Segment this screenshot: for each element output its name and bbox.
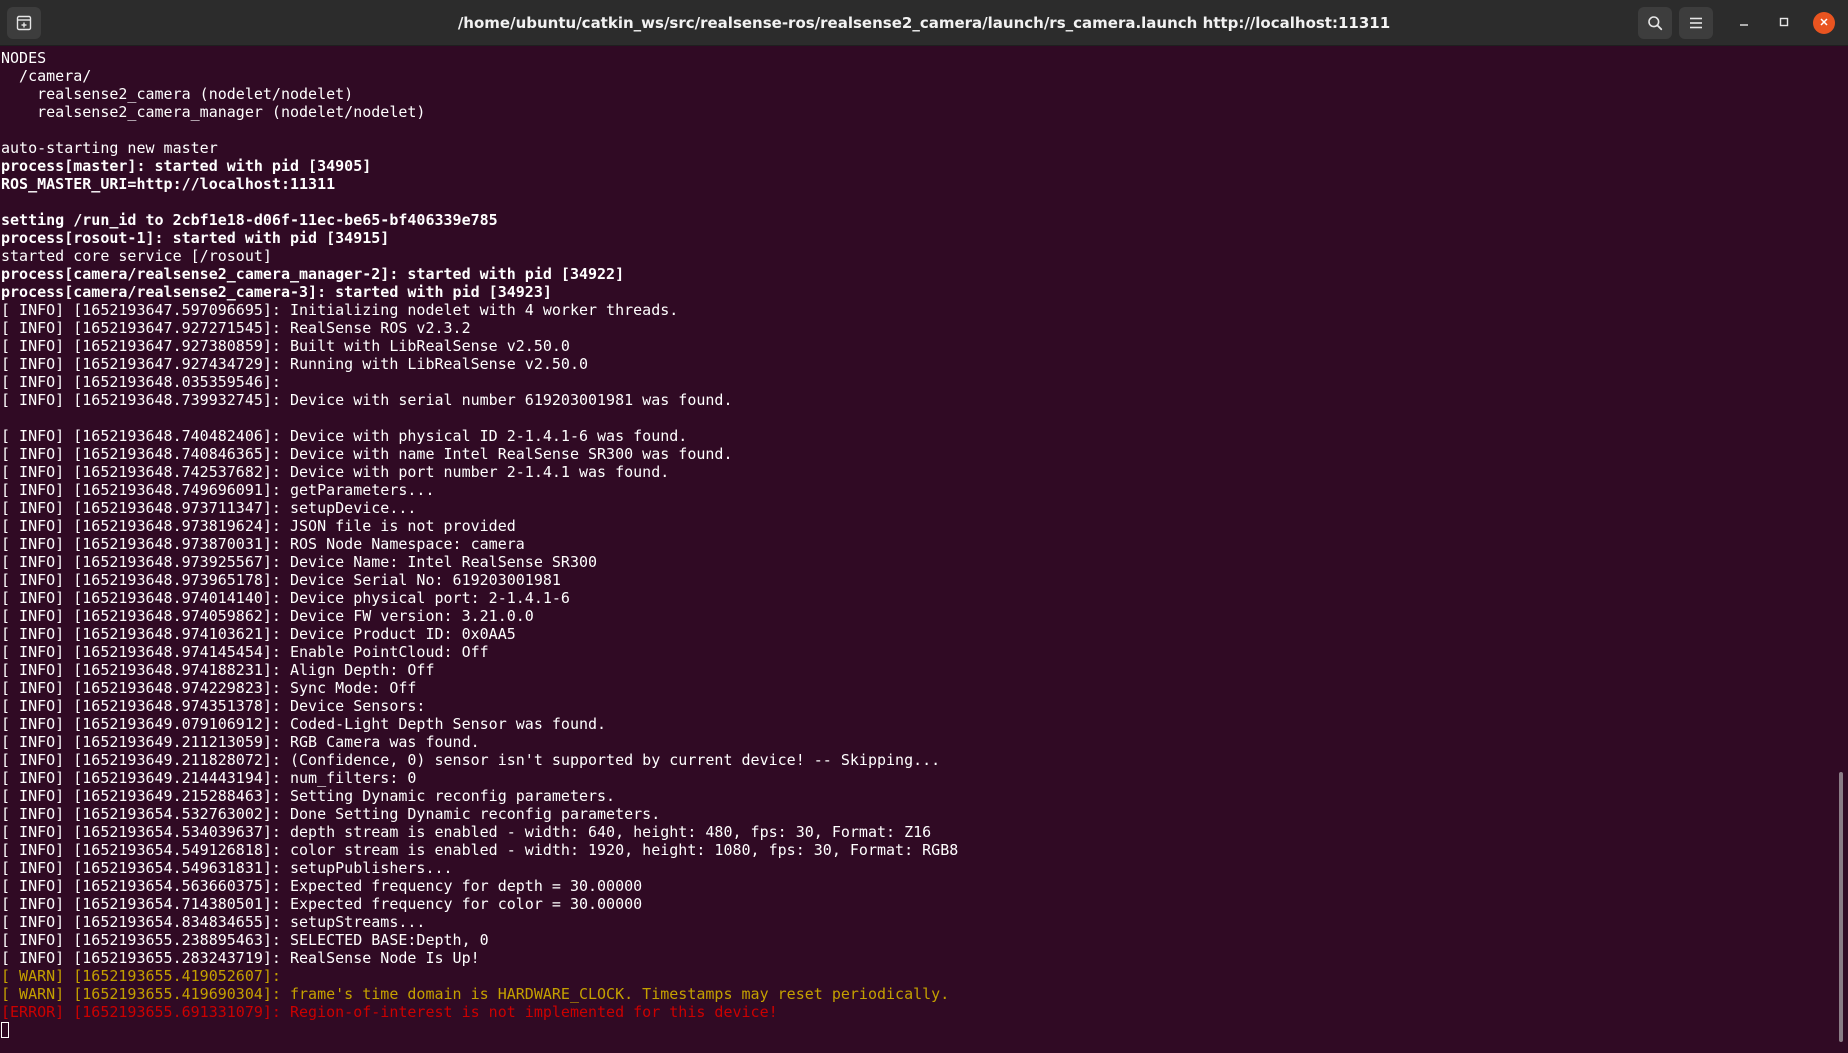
terminal-line: [ INFO] [1652193648.974059862]: Device F… xyxy=(1,607,534,625)
terminal-line: /camera/ xyxy=(1,67,92,85)
terminal-line: [ INFO] [1652193649.215288463]: Setting … xyxy=(1,787,616,805)
terminal-line: [ INFO] [1652193655.238895463]: SELECTED… xyxy=(1,931,489,949)
minimize-icon xyxy=(1739,14,1749,32)
terminal-line: [ INFO] [1652193648.740846365]: Device w… xyxy=(1,445,733,463)
terminal-line: process[camera/realsense2_camera_manager… xyxy=(1,265,625,283)
minimize-button[interactable] xyxy=(1733,12,1755,34)
terminal-line: [ INFO] [1652193654.534039637]: depth st… xyxy=(1,823,932,841)
terminal-line: NODES xyxy=(1,49,47,67)
terminal-line: [ INFO] [1652193654.532763002]: Done Set… xyxy=(1,805,661,823)
terminal-line: [ WARN] [1652193655.419690304]: frame's … xyxy=(1,985,950,1003)
terminal-line: [ INFO] [1652193648.742537682]: Device w… xyxy=(1,463,670,481)
terminal-line: ROS_MASTER_URI=http://localhost:11311 xyxy=(1,175,336,193)
terminal-line: [ INFO] [1652193648.974188231]: Align De… xyxy=(1,661,435,679)
terminal-line: setting /run_id to 2cbf1e18-d06f-11ec-be… xyxy=(1,211,498,229)
terminal-line: [ INFO] [1652193648.974229823]: Sync Mod… xyxy=(1,679,417,697)
terminal-line: auto-starting new master xyxy=(1,139,218,157)
close-button[interactable] xyxy=(1813,12,1835,34)
terminal-line: [ INFO] [1652193648.974145454]: Enable P… xyxy=(1,643,489,661)
terminal-line: started core service [/rosout] xyxy=(1,247,272,265)
terminal-line: [ INFO] [1652193647.927380859]: Built wi… xyxy=(1,337,570,355)
scrollbar[interactable] xyxy=(1836,46,1848,1053)
terminal-line: [ INFO] [1652193648.740482406]: Device w… xyxy=(1,427,688,445)
terminal-line: [ INFO] [1652193648.974103621]: Device P… xyxy=(1,625,516,643)
maximize-button[interactable] xyxy=(1773,12,1795,34)
terminal-line: [ INFO] [1652193655.283243719]: RealSens… xyxy=(1,949,480,967)
title-bar[interactable]: /home/ubuntu/catkin_ws/src/realsense-ros… xyxy=(0,0,1848,46)
terminal-line: [ INFO] [1652193648.035359546]: xyxy=(1,373,290,391)
text-cursor xyxy=(1,1022,9,1038)
terminal-line: [ INFO] [1652193648.974014140]: Device p… xyxy=(1,589,570,607)
terminal-line: process[camera/realsense2_camera-3]: sta… xyxy=(1,283,552,301)
terminal-line: [ INFO] [1652193647.927434729]: Running … xyxy=(1,355,588,373)
terminal-line: realsense2_camera_manager (nodelet/nodel… xyxy=(1,103,426,121)
terminal-line: [ INFO] [1652193654.563660375]: Expected… xyxy=(1,877,643,895)
window-title: /home/ubuntu/catkin_ws/src/realsense-ros… xyxy=(457,14,1391,32)
terminal-line: [ INFO] [1652193648.739932745]: Device w… xyxy=(1,391,733,409)
terminal-line: realsense2_camera (nodelet/nodelet) xyxy=(1,85,354,103)
terminal-line: [ INFO] [1652193649.214443194]: num_filt… xyxy=(1,769,417,787)
terminal-line: [ INFO] [1652193654.834834655]: setupStr… xyxy=(1,913,426,931)
terminal-line: [ INFO] [1652193648.973965178]: Device S… xyxy=(1,571,561,589)
scrollbar-thumb[interactable] xyxy=(1839,772,1843,1042)
terminal-line: [ INFO] [1652193649.079106912]: Coded-Li… xyxy=(1,715,607,733)
terminal-line: [ INFO] [1652193654.549126818]: color st… xyxy=(1,841,959,859)
terminal-line: [ INFO] [1652193649.211213059]: RGB Came… xyxy=(1,733,480,751)
prompt-line[interactable] xyxy=(1,1021,1836,1039)
terminal-window: /home/ubuntu/catkin_ws/src/realsense-ros… xyxy=(0,0,1848,1053)
new-tab-icon xyxy=(16,15,32,31)
terminal-line: [ INFO] [1652193648.973925567]: Device N… xyxy=(1,553,598,571)
terminal-line: [ INFO] [1652193654.714380501]: Expected… xyxy=(1,895,643,913)
terminal-line: [ INFO] [1652193649.211828072]: (Confide… xyxy=(1,751,941,769)
terminal-line: [ INFO] [1652193648.749696091]: getParam… xyxy=(1,481,435,499)
terminal-line: [ INFO] [1652193648.973819624]: JSON fil… xyxy=(1,517,516,535)
terminal-output[interactable]: NODES /camera/ realsense2_camera (nodele… xyxy=(0,46,1836,1053)
terminal-line: process[rosout-1]: started with pid [349… xyxy=(1,229,390,247)
maximize-icon xyxy=(1779,14,1789,32)
terminal-line: [ INFO] [1652193647.597096695]: Initiali… xyxy=(1,301,679,319)
terminal-line: [ INFO] [1652193648.974351378]: Device S… xyxy=(1,697,426,715)
search-button[interactable] xyxy=(1638,7,1672,39)
terminal-line: [ INFO] [1652193648.973711347]: setupDev… xyxy=(1,499,417,517)
terminal-line: [ERROR] [1652193655.691331079]: Region-o… xyxy=(1,1003,778,1021)
terminal-line: [ WARN] [1652193655.419052607]: xyxy=(1,967,290,985)
close-icon xyxy=(1819,14,1829,32)
search-icon xyxy=(1647,15,1663,31)
terminal-line: [ INFO] [1652193648.973870031]: ROS Node… xyxy=(1,535,525,553)
terminal-line: [ INFO] [1652193654.549631831]: setupPub… xyxy=(1,859,453,877)
new-tab-button[interactable] xyxy=(7,7,41,39)
menu-button[interactable] xyxy=(1679,7,1713,39)
terminal-line: process[master]: started with pid [34905… xyxy=(1,157,372,175)
hamburger-menu-icon xyxy=(1689,16,1703,30)
terminal-line: [ INFO] [1652193647.927271545]: RealSens… xyxy=(1,319,471,337)
